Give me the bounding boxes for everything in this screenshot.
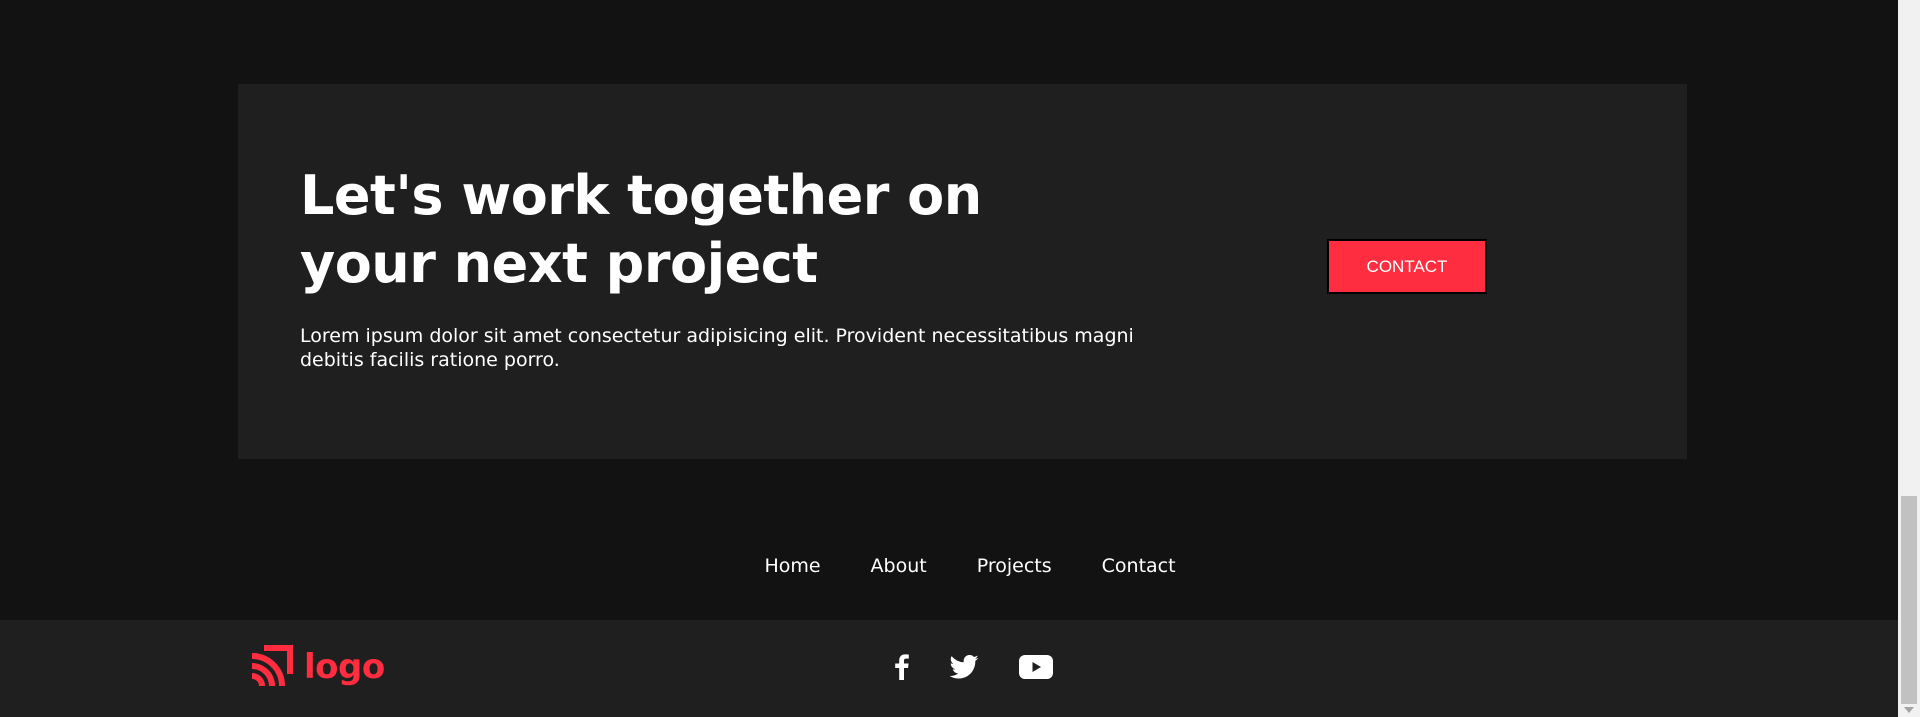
scrollbar[interactable] <box>1898 0 1920 717</box>
logo-icon <box>251 645 293 687</box>
cta-description: Lorem ipsum dolor sit amet consectetur a… <box>300 325 1134 371</box>
cta-title: Let's work together on your next project <box>300 164 982 295</box>
page: Let's work together on your next project… <box>0 0 1898 717</box>
footer-nav: Home About Projects Contact <box>0 555 1898 577</box>
logo-text: logo <box>304 647 385 687</box>
nav-link-about[interactable]: About <box>871 555 927 577</box>
cta-text: Let's work together on your next project… <box>300 162 1180 372</box>
cta-card: Let's work together on your next project… <box>238 84 1687 459</box>
social-links <box>895 654 1053 680</box>
youtube-icon[interactable] <box>1019 655 1053 679</box>
footer-bar: logo <box>0 620 1898 717</box>
contact-button[interactable]: CONTACT <box>1327 239 1487 294</box>
logo[interactable]: logo <box>248 644 385 690</box>
nav-link-home[interactable]: Home <box>764 555 820 577</box>
twitter-icon[interactable] <box>949 655 979 679</box>
scroll-down-arrow-icon[interactable] <box>1904 707 1914 713</box>
facebook-icon[interactable] <box>895 654 909 680</box>
nav-link-projects[interactable]: Projects <box>977 555 1052 577</box>
nav-link-contact[interactable]: Contact <box>1102 555 1176 577</box>
scrollbar-thumb[interactable] <box>1901 496 1917 704</box>
